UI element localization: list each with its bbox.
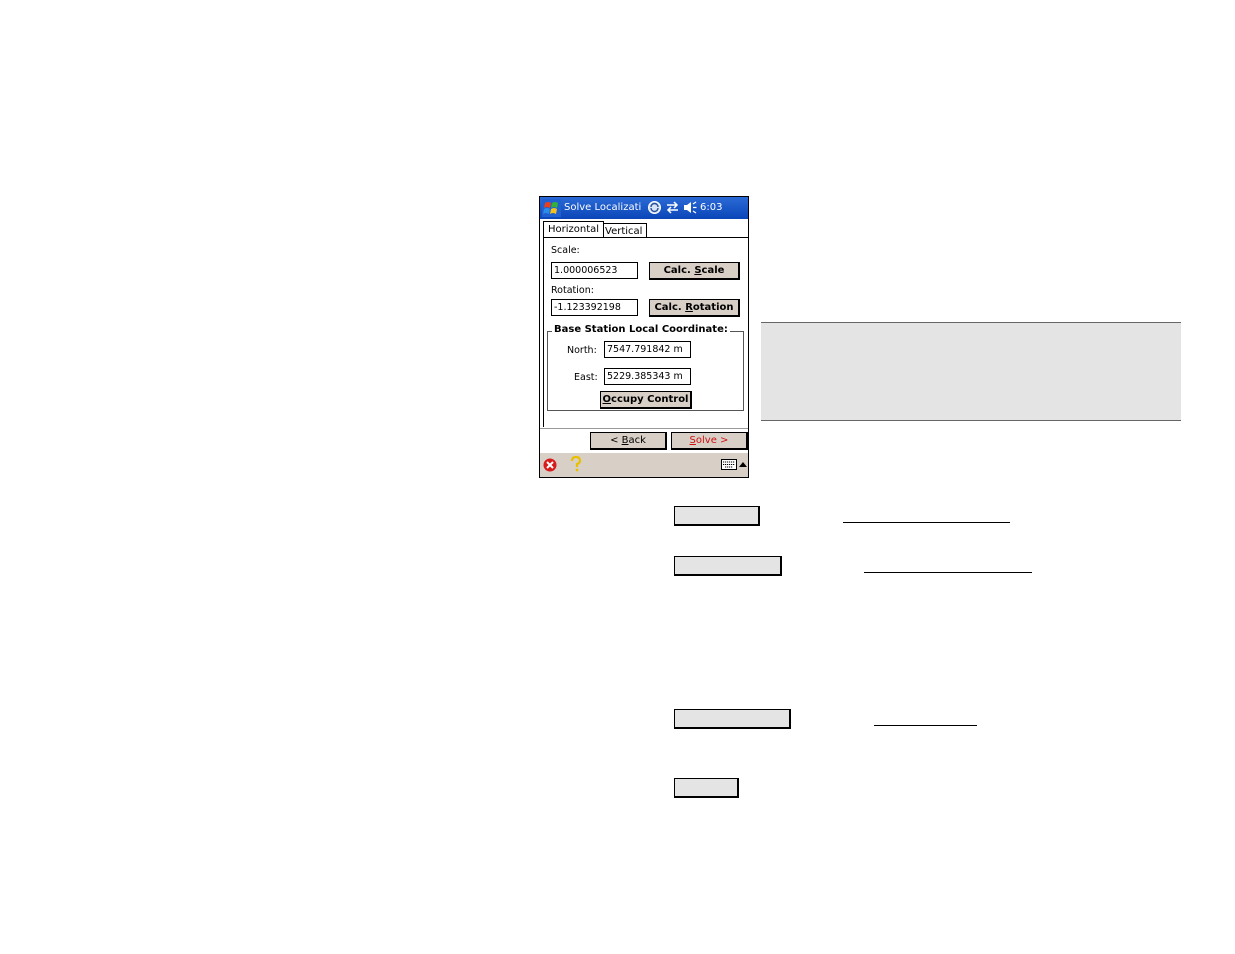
tab-horizontal[interactable]: Horizontal (543, 221, 605, 237)
command-bar (540, 453, 748, 477)
tab-vertical[interactable]: Vertical (600, 223, 648, 238)
windows-flag-icon[interactable] (542, 199, 561, 217)
arrow-up-icon[interactable] (739, 461, 747, 467)
rotation-label: Rotation: (551, 285, 594, 296)
doc-button-2 (674, 556, 782, 576)
scale-input[interactable] (551, 262, 638, 279)
solve-label: Solve > (689, 435, 729, 446)
calc-scale-label: Calc. Scale (663, 265, 725, 276)
close-icon[interactable] (543, 458, 557, 472)
help-question-icon[interactable] (570, 456, 582, 472)
doc-link-3 (874, 725, 977, 726)
title-bar: Solve Localizati 6:03 (540, 197, 748, 219)
clock[interactable]: 6:03 (700, 197, 722, 219)
back-button[interactable]: < Back (590, 432, 667, 450)
east-label: East: (574, 372, 598, 383)
sync-icon[interactable] (648, 201, 661, 214)
doc-link-1 (843, 522, 1010, 523)
connection-arrows-icon[interactable] (666, 201, 679, 214)
keyboard-icon[interactable] (721, 459, 737, 470)
horizontal-tab-panel: Scale: Calc. Scale Rotation: Calc. Rotat… (543, 237, 748, 427)
calc-scale-button[interactable]: Calc. Scale (649, 262, 740, 280)
note-box (761, 322, 1181, 421)
calc-rotation-label: Calc. Rotation (654, 302, 734, 313)
window-title: Solve Localizati (564, 202, 642, 213)
north-label: North: (567, 345, 597, 356)
doc-button-4 (674, 778, 739, 798)
occupy-control-button[interactable]: Occupy Control (600, 391, 692, 409)
speaker-icon[interactable] (683, 201, 697, 214)
scale-label: Scale: (551, 245, 580, 256)
doc-button-1 (674, 506, 760, 526)
base-station-group: Base Station Local Coordinate: North: Ea… (547, 324, 744, 411)
doc-link-2 (864, 572, 1032, 573)
occupy-control-label: Occupy Control (602, 394, 689, 405)
nav-separator (540, 428, 748, 429)
solve-button[interactable]: Solve > (671, 432, 748, 450)
rotation-input[interactable] (551, 299, 638, 316)
north-input[interactable] (604, 341, 691, 358)
back-label: < Back (610, 435, 646, 446)
pda-window: Solve Localizati 6:03 Horizontal Vertica… (539, 196, 749, 478)
base-station-legend: Base Station Local Coordinate: (552, 324, 730, 335)
east-input[interactable] (604, 368, 691, 385)
doc-button-3 (674, 709, 791, 729)
calc-rotation-button[interactable]: Calc. Rotation (649, 299, 740, 317)
